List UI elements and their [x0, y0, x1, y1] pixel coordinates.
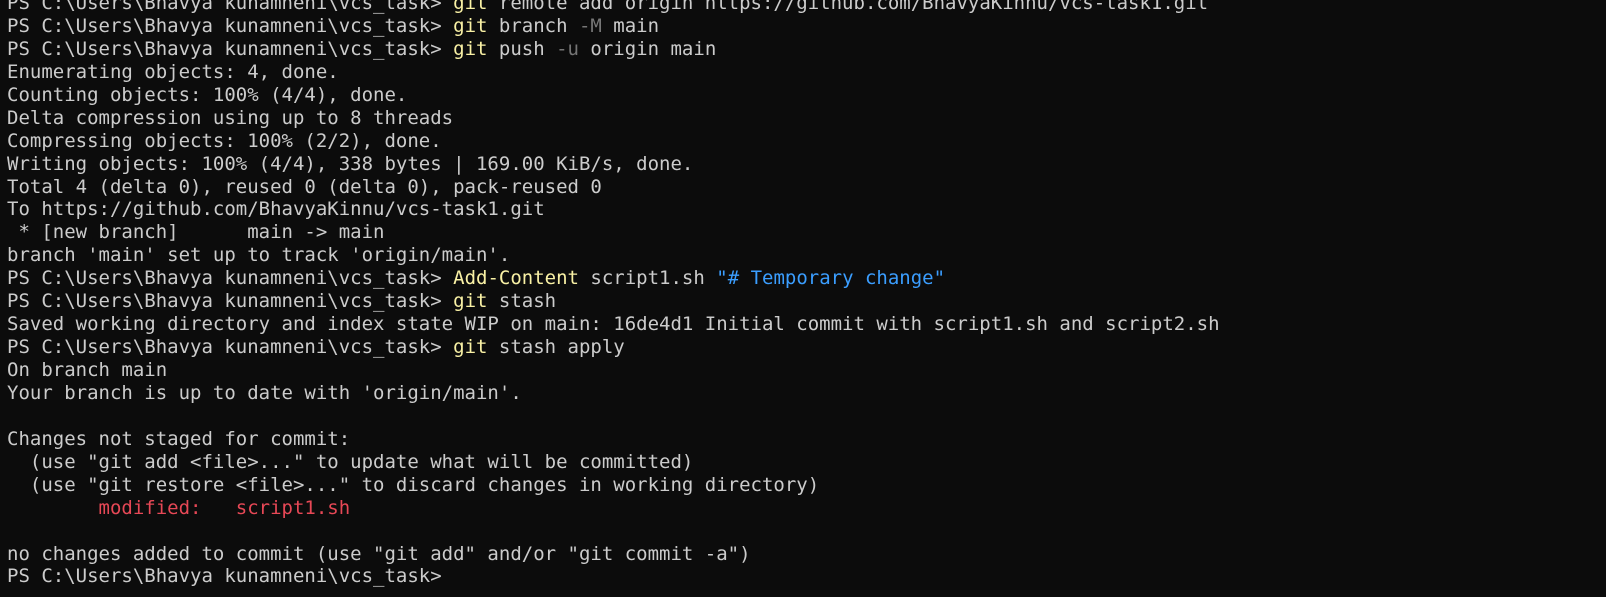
output-line: modified: script1.sh	[7, 497, 1606, 520]
terminal-text: Enumerating objects: 4, done.	[7, 60, 339, 83]
terminal-window[interactable]: PS C:\Users\Bhavya kunamneni\vcs_task> g…	[0, 0, 1606, 597]
prompt-line: PS C:\Users\Bhavya kunamneni\vcs_task> g…	[7, 38, 1606, 61]
terminal-text: -M	[578, 14, 602, 37]
terminal-output: PS C:\Users\Bhavya kunamneni\vcs_task> g…	[7, 0, 1606, 588]
output-line: (use "git restore <file>..." to discard …	[7, 474, 1606, 497]
terminal-text: branch	[487, 14, 579, 37]
prompt-line: PS C:\Users\Bhavya kunamneni\vcs_task> g…	[7, 336, 1606, 359]
output-line: Total 4 (delta 0), reused 0 (delta 0), p…	[7, 176, 1606, 199]
output-line: Your branch is up to date with 'origin/m…	[7, 382, 1606, 405]
terminal-text: Writing objects: 100% (4/4), 338 bytes |…	[7, 152, 694, 175]
terminal-text: Your branch is up to date with 'origin/m…	[7, 381, 522, 404]
terminal-text: origin main	[578, 37, 717, 60]
modified-file-text: modified: script1.sh	[7, 496, 351, 519]
output-line: To https://github.com/BhavyaKinnu/vcs-ta…	[7, 198, 1606, 221]
terminal-text: main	[601, 14, 660, 37]
prompt-line: PS C:\Users\Bhavya kunamneni\vcs_task> g…	[7, 290, 1606, 313]
terminal-text: Saved working directory and index state …	[7, 313, 1220, 336]
prompt-text: PS C:\Users\Bhavya kunamneni\vcs_task>	[7, 14, 454, 37]
terminal-text: push	[487, 37, 557, 60]
command-text: git	[453, 0, 488, 14]
terminal-text: On branch main	[7, 359, 168, 381]
output-line: * [new branch] main -> main	[7, 221, 1606, 244]
prompt-line: PS C:\Users\Bhavya kunamneni\vcs_task>	[7, 565, 1606, 588]
output-line: Changes not staged for commit:	[7, 428, 1606, 451]
output-line: Counting objects: 100% (4/4), done.	[7, 84, 1606, 107]
terminal-text: Total 4 (delta 0), reused 0 (delta 0), p…	[7, 175, 602, 198]
terminal-text: Counting objects: 100% (4/4), done.	[7, 83, 408, 106]
terminal-text: stash apply	[487, 336, 625, 359]
terminal-text: * [new branch] main -> main	[7, 221, 385, 244]
command-text: Add-Content	[453, 267, 579, 290]
terminal-text: (use "git restore <file>..." to discard …	[7, 473, 820, 496]
output-line: Compressing objects: 100% (2/2), done.	[7, 130, 1606, 153]
output-line: Enumerating objects: 4, done.	[7, 61, 1606, 84]
output-line: Delta compression using up to 8 threads	[7, 107, 1606, 130]
command-text: git	[453, 336, 488, 359]
terminal-text: "# Temporary change"	[716, 267, 946, 290]
prompt-line: PS C:\Users\Bhavya kunamneni\vcs_task> g…	[7, 0, 1606, 15]
terminal-text: Changes not staged for commit:	[7, 427, 351, 450]
output-line: (use "git add <file>..." to update what …	[7, 451, 1606, 474]
command-text: git	[453, 14, 488, 37]
terminal-text: (use "git add <file>..." to update what …	[7, 450, 694, 473]
terminal-text: -u	[556, 37, 579, 60]
terminal-text: script1.sh	[578, 267, 717, 290]
prompt-text: PS C:\Users\Bhavya kunamneni\vcs_task>	[7, 0, 454, 14]
prompt-text: PS C:\Users\Bhavya kunamneni\vcs_task>	[7, 267, 454, 290]
terminal-text: no changes added to commit (use "git add…	[7, 542, 751, 565]
prompt-text: PS C:\Users\Bhavya kunamneni\vcs_task>	[7, 336, 454, 359]
terminal-text: stash	[487, 290, 557, 313]
terminal-text: Compressing objects: 100% (2/2), done.	[7, 129, 442, 152]
prompt-line: PS C:\Users\Bhavya kunamneni\vcs_task> g…	[7, 15, 1606, 38]
terminal-text: branch 'main' set up to track 'origin/ma…	[7, 244, 511, 267]
command-text: git	[453, 37, 488, 60]
prompt-text: PS C:\Users\Bhavya kunamneni\vcs_task>	[7, 565, 454, 588]
output-line: On branch main	[7, 359, 1606, 382]
terminal-text: remote add origin https://github.com/Bha…	[487, 0, 1209, 14]
prompt-text: PS C:\Users\Bhavya kunamneni\vcs_task>	[7, 37, 454, 60]
output-line: branch 'main' set up to track 'origin/ma…	[7, 244, 1606, 267]
command-text: git	[453, 290, 488, 313]
output-line: Saved working directory and index state …	[7, 313, 1606, 336]
terminal-text: Delta compression using up to 8 threads	[7, 106, 454, 129]
output-line: Writing objects: 100% (4/4), 338 bytes |…	[7, 153, 1606, 176]
prompt-line: PS C:\Users\Bhavya kunamneni\vcs_task> A…	[7, 267, 1606, 290]
terminal-text: To https://github.com/BhavyaKinnu/vcs-ta…	[7, 198, 545, 221]
output-line: no changes added to commit (use "git add…	[7, 543, 1606, 566]
prompt-text: PS C:\Users\Bhavya kunamneni\vcs_task>	[7, 290, 454, 313]
